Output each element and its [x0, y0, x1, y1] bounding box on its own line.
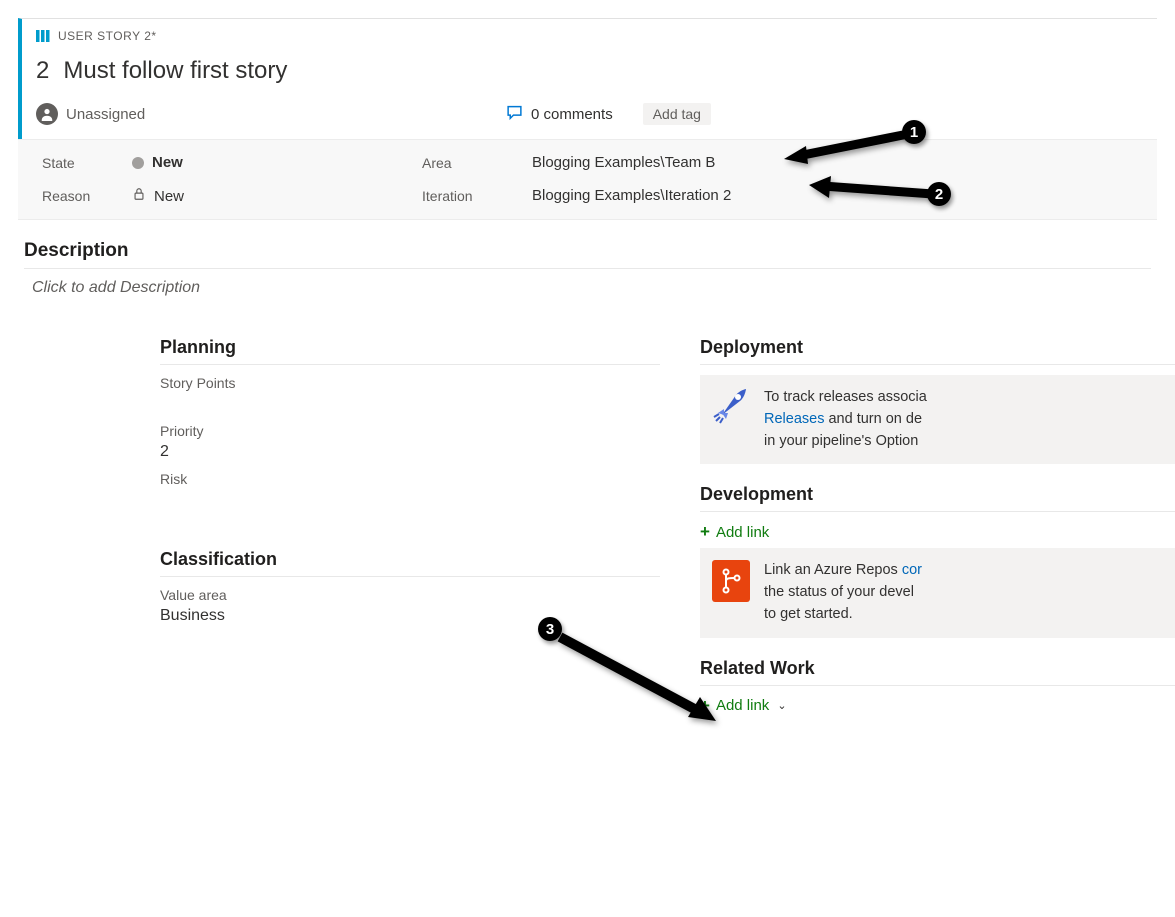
deployment-text-2: and turn on de	[824, 411, 922, 427]
work-item-type-label: USER STORY 2*	[58, 29, 157, 43]
deployment-info: To track releases associa Releases and t…	[700, 375, 1175, 464]
related-add-link-label: Add link	[716, 697, 769, 714]
avatar-icon	[36, 103, 58, 125]
repo-icon	[712, 560, 750, 602]
comments-button[interactable]: 0 comments	[506, 104, 613, 125]
user-story-icon	[36, 29, 50, 43]
work-item-title[interactable]: Must follow first story	[63, 57, 287, 85]
reason-field[interactable]: Reason New	[42, 187, 422, 205]
iteration-field[interactable]: Iteration Blogging Examples\Iteration 2	[422, 187, 1157, 204]
related-work-section: Related Work + Add link ⌄	[700, 658, 1175, 720]
iteration-value: Blogging Examples\Iteration 2	[532, 187, 731, 204]
fields-band: State New Reason New Area Blogging Examp…	[18, 139, 1157, 220]
related-work-heading: Related Work	[700, 658, 1175, 686]
development-text-2: the status of your devel	[764, 584, 914, 600]
state-label: State	[42, 155, 75, 171]
state-value: New	[152, 154, 183, 171]
comments-count: 0 comments	[531, 106, 613, 123]
deployment-text-3: in your pipeline's Option	[764, 433, 918, 449]
deployment-text-1: To track releases associa	[764, 389, 927, 405]
description-input[interactable]: Click to add Description	[32, 279, 1151, 297]
plus-icon: +	[700, 522, 710, 542]
classification-section: Classification Value area Business	[160, 549, 660, 625]
releases-link[interactable]: Releases	[764, 411, 824, 427]
work-item-title-row: 2 Must follow first story	[36, 57, 1157, 85]
related-add-link-button[interactable]: + Add link ⌄	[700, 696, 1175, 716]
value-area-value[interactable]: Business	[160, 607, 660, 625]
development-heading: Development	[700, 484, 1175, 512]
classification-heading: Classification	[160, 549, 660, 577]
deployment-heading: Deployment	[700, 337, 1175, 365]
assignee-label: Unassigned	[66, 106, 145, 123]
plus-icon: +	[700, 696, 710, 716]
work-item-id: 2	[36, 57, 49, 85]
description-heading: Description	[24, 240, 1151, 269]
planning-heading: Planning	[160, 337, 660, 365]
rocket-icon	[712, 387, 750, 425]
reason-label: Reason	[42, 188, 112, 204]
value-area-label: Value area	[160, 587, 660, 603]
risk-input[interactable]	[160, 487, 660, 509]
area-field[interactable]: Area Blogging Examples\Team B	[422, 154, 1157, 171]
development-text-3: to get started.	[764, 606, 853, 622]
lower-columns: Planning Story Points Priority 2 Risk Cl…	[0, 337, 1175, 720]
area-value: Blogging Examples\Team B	[532, 154, 715, 171]
priority-label: Priority	[160, 423, 660, 439]
development-add-link-label: Add link	[716, 524, 769, 541]
deployment-section: Deployment To track releases associa Rel…	[700, 337, 1175, 464]
state-field[interactable]: State New	[42, 154, 422, 171]
development-section: Development + Add link Link an Azure Rep…	[700, 484, 1175, 637]
lock-icon	[132, 187, 146, 205]
comment-icon	[506, 104, 523, 125]
story-points-label: Story Points	[160, 375, 660, 391]
risk-label: Risk	[160, 471, 660, 487]
work-item-header: USER STORY 2* 2 Must follow first story …	[18, 18, 1157, 139]
description-section: Description Click to add Description	[24, 240, 1151, 297]
chevron-down-icon: ⌄	[777, 699, 786, 712]
state-dot-icon	[132, 157, 144, 169]
work-item-type-row: USER STORY 2*	[36, 29, 1157, 43]
story-points-input[interactable]	[160, 391, 660, 413]
assignee-field[interactable]: Unassigned	[36, 103, 476, 125]
development-add-link-button[interactable]: + Add link	[700, 522, 1175, 542]
priority-value[interactable]: 2	[160, 443, 660, 461]
development-text-1: Link an Azure Repos	[764, 562, 902, 578]
reason-value: New	[154, 188, 184, 205]
add-tag-button[interactable]: Add tag	[643, 103, 711, 125]
iteration-label: Iteration	[422, 188, 512, 204]
development-info: Link an Azure Repos cor the status of yo…	[700, 548, 1175, 637]
area-label: Area	[422, 155, 452, 171]
work-item-meta-row: Unassigned 0 comments Add tag	[36, 103, 1157, 139]
commits-link[interactable]: cor	[902, 562, 922, 578]
planning-section: Planning Story Points Priority 2 Risk	[160, 337, 660, 509]
